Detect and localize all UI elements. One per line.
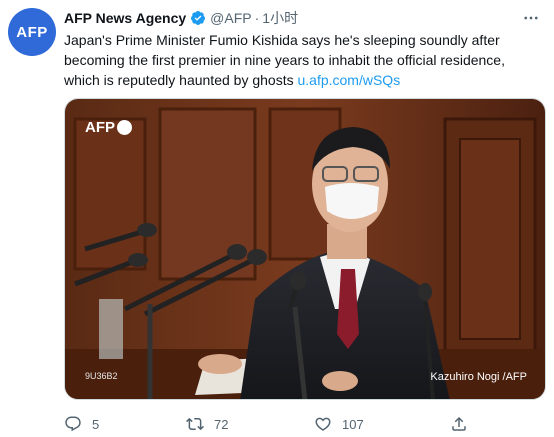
heart-icon — [315, 417, 331, 431]
ellipsis-icon — [524, 16, 538, 20]
image-code: 9U36B2 — [85, 371, 118, 381]
like-count: 107 — [342, 416, 364, 432]
separator-dot: · — [254, 10, 260, 26]
retweet-count: 72 — [214, 416, 229, 432]
author-name[interactable]: AFP News Agency — [64, 10, 186, 26]
afp-watermark: AFP — [85, 119, 132, 136]
avatar-logo-text: AFP — [16, 23, 48, 41]
watermark-text: AFP — [85, 119, 115, 136]
like-button[interactable]: 107 — [314, 413, 364, 435]
tweet-header: AFP News Agency @AFP · 1小时 — [64, 8, 298, 28]
avatar[interactable]: AFP — [8, 8, 56, 56]
photo-image — [65, 99, 545, 399]
tweet-link[interactable]: u.afp.com/wSQs — [297, 72, 400, 88]
more-icon[interactable] — [520, 8, 542, 28]
tweet-actions: 5 72 107 — [64, 413, 504, 435]
verified-badge-icon — [191, 11, 206, 25]
photo-credit: Kazuhiro Nogi /AFP — [430, 371, 527, 383]
tweet-timestamp[interactable]: 1小时 — [262, 8, 298, 28]
share-button[interactable] — [450, 413, 468, 435]
share-icon — [452, 416, 466, 431]
retweet-button[interactable]: 72 — [186, 413, 228, 435]
tweet-photo[interactable]: AFP 9U36B2 Kazuhiro Nogi /AFP — [64, 98, 546, 400]
reply-icon — [65, 416, 81, 432]
tweet-card[interactable]: AFP AFP News Agency @AFP · 1小时 Japan's P… — [0, 0, 554, 437]
retweet-icon — [186, 417, 204, 431]
tweet-body: Japan's Prime Minister Fumio Kishida say… — [64, 32, 505, 88]
reply-count: 5 — [92, 416, 100, 432]
tweet-text: Japan's Prime Minister Fumio Kishida say… — [64, 30, 534, 90]
reply-button[interactable]: 5 — [64, 413, 99, 435]
author-handle[interactable]: @AFP — [210, 10, 251, 26]
watermark-circle-icon — [117, 120, 132, 135]
